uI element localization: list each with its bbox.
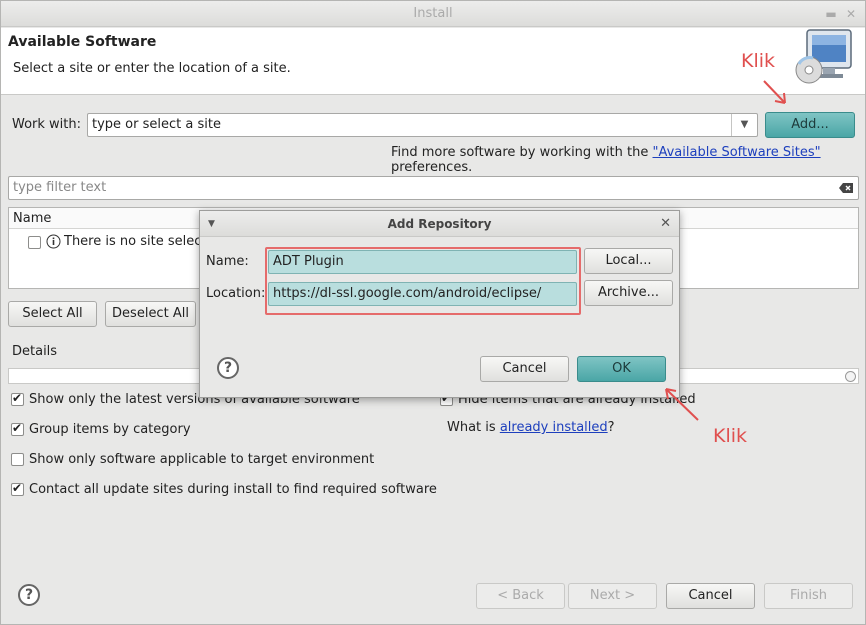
klik-annotation-bottom: Klik — [713, 425, 748, 447]
option-group-by-category-label: Group items by category — [29, 422, 191, 437]
install-window: Install ▬ ✕ Available Software Select a … — [0, 0, 866, 625]
details-label: Details — [12, 344, 58, 359]
fields-highlight-box — [265, 247, 581, 315]
work-with-value: type or select a site — [92, 117, 221, 132]
work-with-combo[interactable]: type or select a site ▼ — [87, 113, 758, 137]
cancel-button[interactable]: Cancel — [666, 583, 755, 609]
location-label: Location: — [206, 286, 266, 301]
monitor-cd-icon — [795, 29, 852, 84]
close-icon[interactable]: ✕ — [843, 1, 859, 27]
option-target-environment-label: Show only software applicable to target … — [29, 452, 375, 467]
header-banner: Available Software Select a site or ente… — [1, 28, 865, 95]
chevron-down-icon[interactable]: ▼ — [731, 114, 757, 136]
clear-filter-icon[interactable] — [838, 180, 854, 196]
back-button[interactable]: < Back — [476, 583, 565, 609]
available-software-sites-link[interactable]: "Available Software Sites" — [653, 145, 821, 160]
dialog-title: Add Repository — [387, 217, 492, 231]
title-bar: Install ▬ ✕ — [1, 1, 865, 27]
finish-button[interactable]: Finish — [764, 583, 853, 609]
dialog-menu-icon[interactable]: ▼ — [208, 211, 215, 237]
dialog-cancel-button[interactable]: Cancel — [480, 356, 569, 382]
klik-annotation-top: Klik — [741, 50, 776, 72]
dialog-help-icon[interactable]: ? — [217, 357, 239, 379]
minimize-icon[interactable]: ▬ — [823, 1, 839, 27]
deselect-all-button[interactable]: Deselect All — [105, 301, 196, 327]
local-button[interactable]: Local... — [584, 248, 673, 274]
tree-row-checkbox[interactable] — [28, 236, 41, 249]
option-contact-update-sites-label: Contact all update sites during install … — [29, 482, 437, 497]
annotation-arrow-bottom — [665, 388, 699, 421]
option-latest-versions-checkbox[interactable] — [11, 391, 24, 406]
name-label: Name: — [206, 254, 249, 269]
software-sites-hint: Find more software by working with the "… — [391, 145, 821, 175]
already-installed-link[interactable]: already installed — [500, 420, 608, 435]
option-contact-update-sites-checkbox[interactable] — [11, 481, 24, 496]
ok-button[interactable]: OK — [577, 356, 666, 382]
option-target-environment-checkbox[interactable] — [11, 453, 24, 466]
scroll-handle-icon[interactable] — [845, 371, 856, 382]
next-button[interactable]: Next > — [568, 583, 657, 609]
filter-placeholder: type filter text — [13, 180, 107, 195]
select-all-button[interactable]: Select All — [8, 301, 97, 327]
page-title: Available Software — [8, 34, 157, 50]
what-is-installed: What is already installed? — [447, 420, 615, 435]
column-header-name[interactable]: Name — [13, 211, 51, 226]
filter-input[interactable]: type filter text — [8, 176, 859, 200]
help-icon[interactable]: ? — [18, 584, 40, 606]
archive-button[interactable]: Archive... — [584, 280, 673, 306]
window-title: Install — [413, 6, 453, 21]
add-button[interactable]: Add... — [765, 112, 855, 138]
annotation-arrow-top — [763, 80, 786, 104]
work-with-label: Work with: — [12, 117, 82, 132]
info-icon — [46, 234, 61, 249]
dialog-close-icon[interactable]: ✕ — [660, 211, 671, 237]
page-subtitle: Select a site or enter the location of a… — [13, 61, 291, 76]
option-group-by-category-checkbox[interactable] — [11, 421, 24, 436]
dialog-title-bar: ▼ Add Repository ✕ — [200, 211, 679, 237]
